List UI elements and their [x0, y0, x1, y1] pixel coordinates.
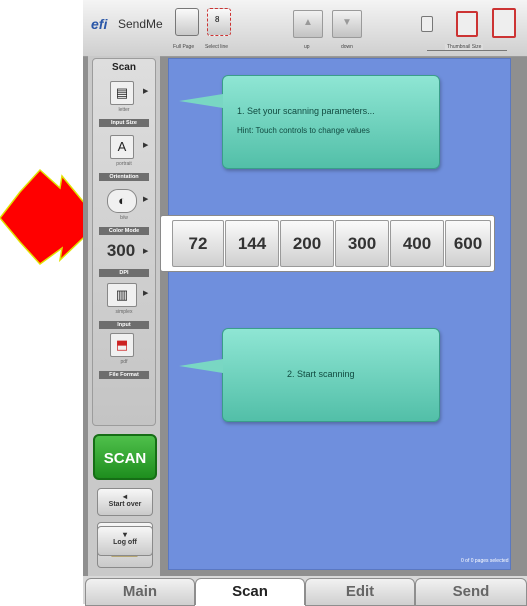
hint-bubble-start: 2. Start scanning: [179, 328, 440, 422]
thumbnail-size-label: Thumbnail Size: [445, 44, 484, 50]
select-line-icon: 8: [215, 15, 220, 24]
up-label: up: [304, 44, 310, 50]
chevron-right-icon: ▶: [143, 142, 149, 149]
hint-touch-controls: Hint: Touch controls to change values: [237, 126, 370, 135]
chevron-right-icon: ▶: [143, 248, 149, 255]
dpi-value: 300: [106, 241, 136, 260]
page-icon: ▤: [110, 81, 134, 105]
input-size-label: Input Size: [99, 119, 149, 127]
bubble-tail: [179, 94, 223, 108]
down-label: down: [341, 44, 353, 50]
dpi-label: DPI: [99, 269, 149, 277]
log-off-label: Log off: [113, 539, 137, 546]
top-toolbar: efi SendMe Full Page 8 Select line ▲ up …: [83, 0, 527, 57]
dpi-option-300[interactable]: 300: [335, 220, 389, 267]
select-line-button[interactable]: 8: [207, 8, 231, 36]
app-title: SendMe: [118, 17, 163, 31]
chevron-right-icon: ▶: [143, 290, 149, 297]
input-control[interactable]: ▥ ▶ simplex Input: [99, 279, 149, 335]
large-thumbnail-button[interactable]: [492, 8, 516, 38]
input-label: Input: [99, 321, 149, 329]
file-format-value: pdf: [120, 359, 128, 365]
file-format-label: File Format: [99, 371, 149, 379]
color-toggle-icon: ◐: [107, 189, 137, 213]
up-arrow-icon: ▲: [303, 17, 313, 28]
dpi-option-600[interactable]: 600: [445, 220, 491, 267]
tab-edit[interactable]: Edit: [305, 578, 415, 606]
dpi-selector: 72 144 200 300 400 600: [160, 215, 495, 272]
dpi-option-144[interactable]: 144: [225, 220, 279, 267]
down-arrow-icon: ▼: [342, 17, 352, 28]
down-button[interactable]: ▼: [332, 10, 362, 38]
file-format-control[interactable]: ⬒ pdf File Format: [99, 329, 149, 385]
dpi-option-72[interactable]: 72: [172, 220, 224, 267]
up-button[interactable]: ▲: [293, 10, 323, 38]
tab-send[interactable]: Send: [415, 578, 527, 606]
input-size-control[interactable]: ▤ ▶ letter Input Size: [99, 77, 149, 133]
pages-selected-status: 0 of 0 pages selected: [461, 558, 509, 564]
log-off-button[interactable]: ▾ Log off: [97, 526, 153, 556]
color-mode-value: b/w: [120, 215, 128, 221]
pdf-icon: ⬒: [110, 333, 134, 357]
start-over-button[interactable]: ◂ Start over: [97, 488, 153, 516]
orientation-control[interactable]: A ▶ portrait Orientation: [99, 131, 149, 187]
small-thumbnail-button[interactable]: [421, 16, 433, 32]
input-size-value: letter: [118, 107, 130, 113]
scan-button[interactable]: SCAN: [93, 434, 157, 480]
start-over-label: Start over: [108, 501, 142, 508]
hint-step-1: 1. Set your scanning parameters...: [237, 106, 375, 116]
hint-bubble-parameters: 1. Set your scanning parameters... Hint:…: [179, 75, 440, 169]
select-line-label: Select line: [205, 44, 229, 50]
dpi-option-200[interactable]: 200: [280, 220, 334, 267]
thumbnail-size-line: [427, 50, 507, 51]
input-value: simplex: [115, 309, 133, 315]
hint-step-2: 2. Start scanning: [287, 369, 355, 379]
chevron-right-icon: ▶: [143, 196, 149, 203]
color-mode-label: Color Mode: [99, 227, 149, 235]
orientation-label: Orientation: [99, 173, 149, 181]
bottom-tab-bar: Main Scan Edit Send: [83, 576, 527, 606]
bubble-tail: [179, 359, 223, 373]
back-icon: ◂: [122, 492, 127, 501]
chevron-right-icon: ▶: [143, 88, 149, 95]
medium-thumbnail-button[interactable]: [456, 11, 478, 37]
dpi-option-400[interactable]: 400: [390, 220, 444, 267]
efi-logo: efi: [91, 16, 108, 32]
tab-scan[interactable]: Scan: [195, 578, 305, 605]
panel-title: Scan: [112, 62, 136, 73]
tab-main[interactable]: Main: [85, 578, 195, 606]
sidebar: Scan ▤ ▶ letter Input Size A ▶ portrait …: [88, 56, 160, 576]
full-page-button[interactable]: [175, 8, 199, 36]
orientation-value: portrait: [116, 161, 132, 167]
full-page-label: Full Page: [173, 44, 195, 50]
scanner-icon: ▥: [107, 283, 137, 307]
log-off-icon: ▾: [122, 530, 127, 539]
scan-settings-panel: Scan ▤ ▶ letter Input Size A ▶ portrait …: [92, 58, 156, 426]
color-mode-control[interactable]: ◐ ▶ b/w Color Mode: [99, 185, 149, 241]
orientation-icon: A: [110, 135, 134, 159]
